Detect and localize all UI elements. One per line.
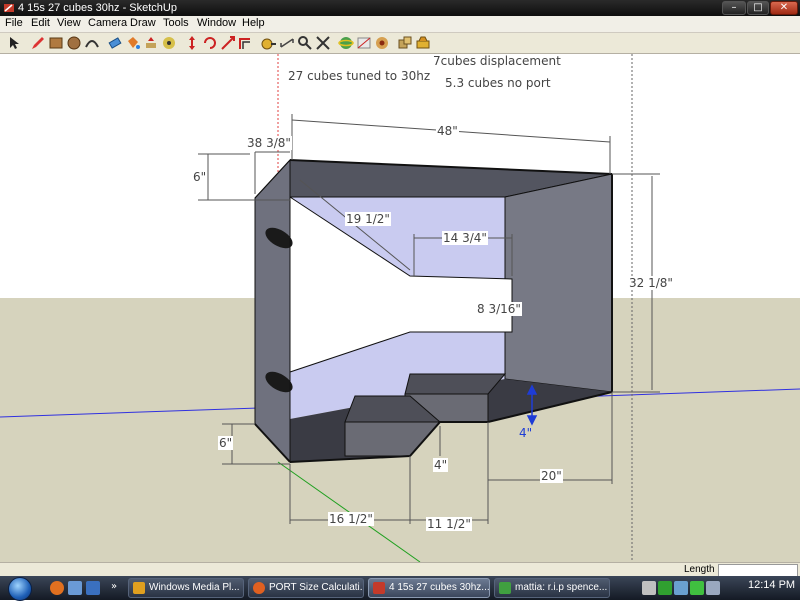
components-icon[interactable] (397, 35, 413, 51)
firefox-icon[interactable] (50, 581, 64, 595)
dimension-step-height: 4" (433, 458, 449, 472)
annotation-no-port: 5.3 cubes no port (445, 76, 551, 90)
dimension-width: 48" (436, 124, 459, 138)
zoom-extents-icon[interactable] (315, 35, 331, 51)
tray-messenger-icon[interactable] (690, 581, 704, 595)
tray-volume-icon[interactable] (706, 581, 720, 595)
circle-icon[interactable] (66, 35, 82, 51)
task-port-size-calculator[interactable]: PORT Size Calculati... (248, 578, 364, 598)
enclosure-model (0, 54, 800, 562)
push-pull-icon[interactable] (143, 35, 159, 51)
dimension-base-mid: 11 1/2" (426, 517, 472, 531)
switch-windows-icon[interactable] (86, 581, 100, 595)
select-icon[interactable] (6, 35, 22, 51)
rotate-icon[interactable] (202, 35, 218, 51)
sketchup-app-icon (4, 4, 14, 12)
modeling-viewport[interactable]: 27 cubes tuned to 30hz 7cubes displaceme… (0, 54, 800, 562)
length-label: Length (684, 564, 715, 575)
sketchup-task-icon (373, 582, 385, 594)
windows-taskbar: » Windows Media Pl... PORT Size Calculat… (0, 576, 800, 601)
tray-help-icon[interactable] (642, 581, 656, 595)
maximize-button[interactable]: □ (747, 1, 769, 15)
messenger-icon (499, 582, 511, 594)
menu-camera[interactable]: Camera (88, 17, 127, 29)
walk-icon[interactable] (374, 35, 390, 51)
dimension-base-left: 16 1/2" (328, 512, 374, 526)
annotation-tuned: 27 cubes tuned to 30hz (288, 69, 431, 83)
firefox-task-icon (253, 582, 265, 594)
orbit-icon[interactable] (338, 35, 354, 51)
task-sketchup[interactable]: 4 15s 27 cubes 30hz... (368, 578, 490, 598)
window-title: 4 15s 27 cubes 30hz - SketchUp (18, 2, 177, 14)
clock: 12:14 PM (748, 579, 796, 591)
eraser-icon[interactable] (107, 35, 123, 51)
start-button[interactable] (8, 577, 32, 601)
pencil-icon[interactable] (30, 35, 46, 51)
title-bar: 4 15s 27 cubes 30hz - SketchUp – □ ✕ (0, 0, 800, 16)
quick-launch-chevron-icon[interactable]: » (111, 581, 121, 595)
follow-me-icon[interactable] (161, 35, 177, 51)
section-icon[interactable] (356, 35, 372, 51)
zoom-icon[interactable] (297, 35, 313, 51)
menu-tools[interactable]: Tools (163, 17, 189, 29)
menu-file[interactable]: File (5, 17, 23, 29)
arc-icon[interactable] (84, 35, 100, 51)
tape-measure-icon[interactable] (261, 35, 277, 51)
menu-help[interactable]: Help (242, 17, 265, 29)
main-toolbar (0, 33, 800, 54)
status-bar: Length (0, 562, 800, 577)
minimize-button[interactable]: – (722, 1, 746, 15)
tray-network-icon[interactable] (674, 581, 688, 595)
task-windows-media-player[interactable]: Windows Media Pl... (128, 578, 244, 598)
move-icon[interactable] (184, 35, 200, 51)
rectangle-icon[interactable] (48, 35, 64, 51)
dimension-step-height-blue: 4" (519, 426, 533, 440)
menu-edit[interactable]: Edit (31, 17, 50, 29)
paint-bucket-icon[interactable] (125, 35, 141, 51)
menu-window[interactable]: Window (197, 17, 236, 29)
dimension-port-diagonal: 19 1/2" (345, 212, 391, 226)
media-player-icon (133, 582, 145, 594)
offset-icon[interactable] (238, 35, 254, 51)
dimension-icon[interactable] (279, 35, 295, 51)
dimension-depth: 38 3/8" (246, 136, 292, 150)
dimension-bottom-gap: 6" (218, 436, 234, 450)
menu-view[interactable]: View (57, 17, 81, 29)
dimension-base-right: 20" (540, 469, 563, 483)
tray-green-icon[interactable] (658, 581, 672, 595)
materials-icon[interactable] (415, 35, 431, 51)
scale-icon[interactable] (220, 35, 236, 51)
dimension-port-height: 8 3/16" (476, 302, 522, 316)
dimension-height: 32 1/8" (628, 276, 674, 290)
menu-bar: File Edit View Camera Draw Tools Window … (0, 16, 800, 33)
menu-draw[interactable]: Draw (130, 17, 156, 29)
close-button[interactable]: ✕ (770, 1, 798, 15)
dimension-port-length: 14 3/4" (442, 231, 488, 245)
show-desktop-icon[interactable] (68, 581, 82, 595)
dimension-top-gap: 6" (192, 170, 208, 184)
annotation-displacement: 7cubes displacement (433, 54, 561, 68)
task-messenger-chat[interactable]: mattia: r.i.p spence... (494, 578, 610, 598)
